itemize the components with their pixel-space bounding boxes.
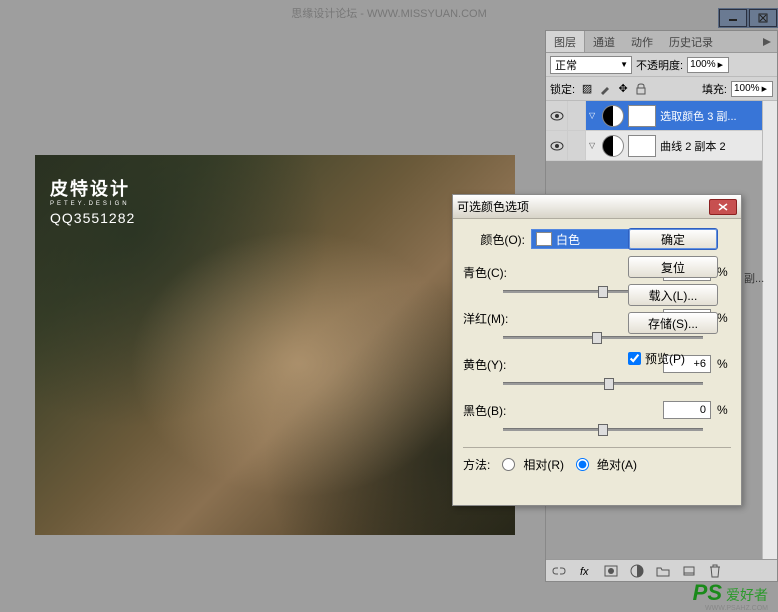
- dialog-title-text: 可选颜色选项: [457, 198, 709, 215]
- chevron-down-icon: ▼: [620, 60, 628, 69]
- color-swatch: [536, 232, 552, 246]
- load-button[interactable]: 载入(L)...: [628, 284, 718, 306]
- new-adjustment-button[interactable]: [628, 562, 646, 580]
- menu-icon: [762, 37, 772, 47]
- black-label: 黑色(B):: [463, 402, 525, 419]
- lock-all-icon[interactable]: [633, 81, 649, 97]
- method-row: 方法: 相对(R) 绝对(A): [463, 456, 731, 473]
- add-mask-button[interactable]: [602, 562, 620, 580]
- panel-bottom-toolbar: fx: [546, 559, 777, 581]
- method-label: 方法:: [463, 456, 490, 473]
- dialog-close-button[interactable]: [709, 199, 737, 215]
- tab-layers[interactable]: 图层: [546, 31, 585, 52]
- fill-label: 填充:: [702, 81, 727, 97]
- cyan-label: 青色(C):: [463, 264, 525, 281]
- photo-preview: 皮特设计PETEY.DESIGN QQ3551282: [35, 155, 515, 535]
- tab-history[interactable]: 历史记录: [661, 31, 721, 52]
- opacity-label: 不透明度:: [636, 57, 683, 73]
- preview-label: 预览(P): [645, 350, 685, 367]
- chevron-right-icon: ▶: [718, 61, 723, 69]
- method-relative-label: 相对(R): [523, 456, 564, 473]
- eye-icon: [550, 111, 564, 121]
- method-absolute-radio[interactable]: [576, 458, 589, 471]
- panel-titlebar: [718, 8, 778, 28]
- layer-name: 曲线 2 副本 2: [660, 138, 777, 154]
- layer-row-curves[interactable]: ▽ 曲线 2 副本 2: [546, 131, 777, 161]
- expand-icon[interactable]: ▽: [589, 141, 595, 150]
- footer-logo: PS爱好者: [693, 580, 768, 606]
- link-layers-button[interactable]: [550, 562, 568, 580]
- lock-label: 锁定:: [550, 81, 575, 97]
- photo-logo: 皮特设计PETEY.DESIGN: [50, 175, 130, 207]
- blend-opacity-row: 正常▼ 不透明度: 100%▶: [546, 53, 777, 77]
- panel-menu-button[interactable]: [757, 31, 777, 52]
- preview-checkbox-row[interactable]: 预览(P): [628, 350, 718, 367]
- slider-thumb[interactable]: [598, 286, 608, 298]
- yellow-slider[interactable]: [503, 377, 703, 391]
- layer-style-button[interactable]: fx: [576, 562, 594, 580]
- color-label: 颜色(O):: [463, 231, 525, 248]
- adjustment-icon: [602, 105, 624, 127]
- visibility-toggle[interactable]: [546, 101, 568, 130]
- yellow-label: 黄色(Y):: [463, 356, 525, 373]
- save-button[interactable]: 存储(S)...: [628, 312, 718, 334]
- black-input[interactable]: 0: [663, 401, 711, 419]
- chevron-right-icon: ▶: [762, 85, 767, 93]
- ok-button[interactable]: 确定: [628, 228, 718, 250]
- site-watermark: 思缘设计论坛 - WWW.MISSYUAN.COM: [291, 5, 487, 21]
- eye-icon: [550, 141, 564, 151]
- dialog-titlebar[interactable]: 可选颜色选项: [453, 195, 741, 219]
- percent-sign: %: [717, 311, 731, 325]
- panel-tabs: 图层 通道 动作 历史记录: [546, 31, 777, 53]
- black-slider[interactable]: [503, 423, 703, 437]
- magenta-label: 洋红(M):: [463, 310, 525, 327]
- percent-sign: %: [717, 357, 731, 371]
- truncated-text: 副...: [744, 270, 774, 286]
- panel-close-button[interactable]: [749, 9, 777, 27]
- cancel-button[interactable]: 复位: [628, 256, 718, 278]
- link-column: [568, 131, 586, 160]
- percent-sign: %: [717, 403, 731, 417]
- delete-layer-button[interactable]: [706, 562, 724, 580]
- slider-thumb[interactable]: [592, 332, 602, 344]
- layer-scrollbar[interactable]: [762, 101, 777, 559]
- visibility-toggle[interactable]: [546, 131, 568, 160]
- mask-thumbnail[interactable]: [628, 105, 656, 127]
- new-layer-button[interactable]: [680, 562, 698, 580]
- method-relative-radio[interactable]: [502, 458, 515, 471]
- tab-actions[interactable]: 动作: [623, 31, 661, 52]
- lock-icons: ▨ ✥: [579, 81, 649, 97]
- lock-transparent-icon[interactable]: ▨: [579, 81, 595, 97]
- preview-checkbox[interactable]: [628, 352, 641, 365]
- adjustment-icon: [602, 135, 624, 157]
- color-dropdown[interactable]: 白色: [531, 229, 631, 249]
- lock-fill-row: 锁定: ▨ ✥ 填充: 100%▶: [546, 77, 777, 101]
- close-icon: [718, 203, 728, 211]
- slider-thumb[interactable]: [604, 378, 614, 390]
- percent-sign: %: [717, 265, 731, 279]
- svg-text:fx: fx: [580, 566, 589, 577]
- layer-name: 选取颜色 3 副...: [660, 108, 777, 124]
- mask-thumbnail[interactable]: [628, 135, 656, 157]
- method-absolute-label: 绝对(A): [597, 456, 637, 473]
- link-column: [568, 101, 586, 130]
- blend-mode-select[interactable]: 正常▼: [550, 56, 632, 74]
- opacity-input[interactable]: 100%▶: [687, 57, 729, 73]
- layer-row-selective-color[interactable]: ▽ 选取颜色 3 副...: [546, 101, 777, 131]
- divider: [463, 447, 731, 448]
- fill-input[interactable]: 100%▶: [731, 81, 773, 97]
- expand-icon[interactable]: ▽: [589, 111, 595, 120]
- photo-qq: QQ3551282: [50, 210, 135, 226]
- footer-url: WWW.PSAHZ.COM: [705, 605, 768, 612]
- panel-minimize-button[interactable]: [719, 9, 747, 27]
- black-row: 黑色(B): 0 %: [463, 401, 731, 419]
- new-group-button[interactable]: [654, 562, 672, 580]
- dialog-side-buttons: 确定 复位 载入(L)... 存储(S)... 预览(P): [628, 228, 718, 367]
- tab-channels[interactable]: 通道: [585, 31, 623, 52]
- slider-thumb[interactable]: [598, 424, 608, 436]
- lock-position-icon[interactable]: ✥: [615, 81, 631, 97]
- lock-pixels-icon[interactable]: [597, 81, 613, 97]
